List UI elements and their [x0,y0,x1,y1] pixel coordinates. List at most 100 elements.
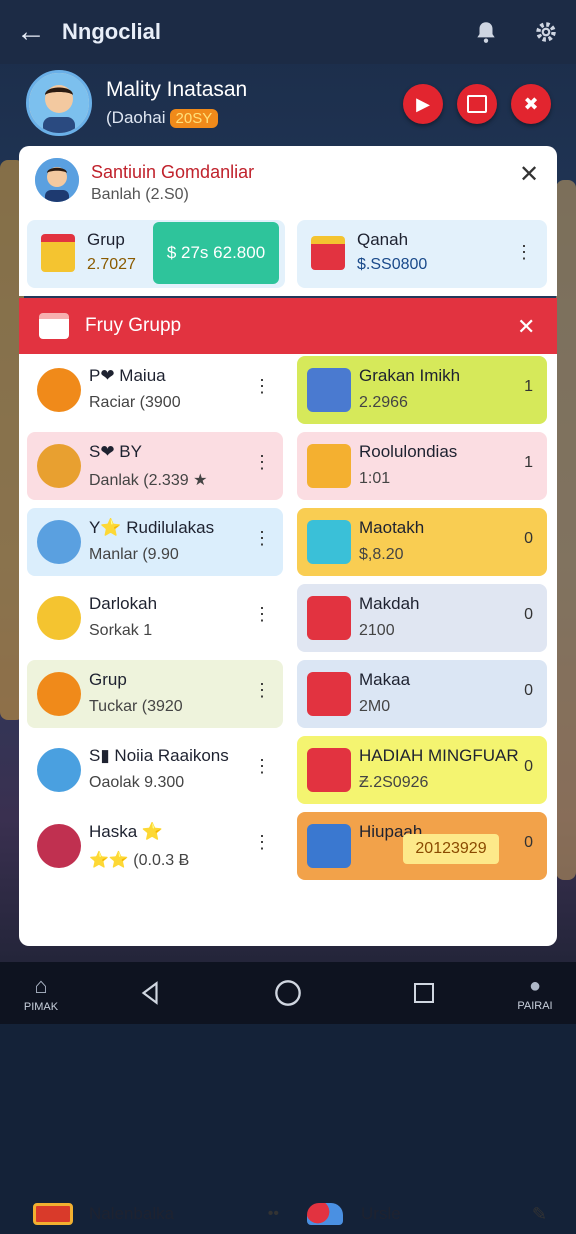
list-item[interactable]: S❤ BY Danlak (2.339 ★ ⋮ [27,432,283,500]
item-icon [37,596,81,640]
more-icon[interactable]: ⋮ [253,528,271,549]
page-title: Nngoclial [62,19,162,44]
badge-icon [33,1203,73,1225]
close-icon[interactable]: ✕ [519,160,539,189]
reward-item[interactable]: HADIAH MINGFUAR Ƶ.2S0926 0 [297,736,547,804]
top-bar: ← Nngoclial [0,0,576,64]
shuffle-icon: ✖ [523,93,539,114]
reward-count: 0 [524,606,533,623]
more-icon[interactable]: ⋮ [253,832,271,853]
list-item[interactable]: Darlokah Sorkak 1 ⋮ [27,584,283,652]
reward-count: 0 [524,682,533,699]
reward-mini-label: Qanah [357,230,409,249]
chart-button[interactable] [457,84,497,124]
reward-title: Makaa [359,670,411,689]
group-title: Santiuin Gomdanliar [91,162,255,182]
more-icon[interactable]: ⋮ [253,680,271,701]
back-button[interactable] [128,962,172,1024]
item-subtitle: Oaolak 9.300 [89,774,185,791]
list-item[interactable]: S▮ Noiia Raaikons Oaolak 9.300 ⋮ [27,736,283,804]
item-icon [37,368,81,412]
group-mini-label: Grup [87,230,125,249]
shuffle-button[interactable]: ✖ [511,84,551,124]
more-icon[interactable]: ⋮ [253,376,271,397]
bell-icon[interactable] [456,0,516,64]
reward-count: 0 [524,530,533,547]
item-icon [37,748,81,792]
reward-title: Roolulondias [359,442,458,461]
reward-subtitle: 2100 [359,622,395,639]
reward-item[interactable]: Roolulondias 1:01 1 [297,432,547,500]
reward-item[interactable]: Hiupaah 20123929 0 [297,812,547,880]
more-icon[interactable]: ⋮ [253,452,271,473]
reward-subtitle: 2.2966 [359,394,408,411]
footer-left-more[interactable]: •• [268,1205,279,1223]
list-item[interactable]: P❤ Maiua Raciar (3900 ⋮ [27,356,283,424]
item-title: S❤ BY [89,442,142,461]
list-item[interactable]: Y⭐ Rudilulakas Manlar (9.90 ⋮ [27,508,283,576]
reward-icon [307,368,351,412]
more-icon[interactable]: ⋮ [253,756,271,777]
player-sub-text: (Daohai [106,108,166,127]
item-subtitle: Manlar (9.90 [89,546,179,563]
reward-icon [307,748,351,792]
footer-left-label: Nalenbalka [89,1204,175,1223]
avatar[interactable] [26,70,92,136]
reward-value-box: 20123929 [403,834,499,864]
profile-tab[interactable]: ● PAIRAI [504,962,566,1024]
group-card: Santiuin Gomdanliar Banlah (2.S0) ✕ Grup… [19,146,557,296]
profile-tab-label: PAIRAI [517,999,553,1012]
reward-title: Makdah [359,594,420,613]
reward-icon [307,444,351,488]
claim-button[interactable]: $ 27s 62.800 [153,222,279,284]
gift-icon [311,236,345,270]
close-icon[interactable]: ✕ [517,314,535,340]
recents-button[interactable] [402,962,446,1024]
group-subtitle: Banlah (2.S0) [91,186,189,203]
reward-count: 0 [524,758,533,775]
item-title: Darlokah [89,594,158,613]
more-icon[interactable]: ⋮ [253,604,271,625]
list-item[interactable]: Grup Tuckar (3920 ⋮ [27,660,283,728]
home-tab[interactable]: ⌂ PIMAK [10,962,72,1024]
list-card-header: Fruy Grupp ✕ [19,298,557,354]
reward-item[interactable]: Grakan Imikh 2.2966 1 [297,356,547,424]
item-title: Haska ⭐ [89,822,164,841]
item-title: S▮ Noiia Raaikons [89,746,229,765]
reward-item[interactable]: Maotakh $,8.20 0 [297,508,547,576]
calendar-icon [39,313,69,339]
reward-title: HADIAH MINGFUAR [359,746,519,765]
home-tab-label: PIMAK [23,1001,59,1013]
more-icon[interactable]: ⋮ [515,242,533,263]
group-avatar [35,158,79,202]
item-title: Y⭐ Rudilulakas [89,518,215,537]
reward-item[interactable]: Makaa 2M0 0 [297,660,547,728]
gear-icon[interactable] [516,0,576,64]
reward-title: Grakan Imikh [359,366,461,385]
item-icon [37,672,81,716]
item-title: Grup [89,670,127,689]
list-card: Fruy Grupp ✕ Nalenbalka •• Ursle ✎ P❤ Ma… [19,298,557,1225]
background-scenery [556,180,576,880]
reward-mini-card[interactable]: Qanah $.SS0800 ⋮ [297,220,547,288]
square-recents-icon [414,983,434,1003]
footer-left[interactable]: Nalenbalka •• [33,1194,283,1234]
reward-item[interactable]: Makdah 2100 0 [297,584,547,652]
reward-icon [307,672,351,716]
item-subtitle: ⭐⭐ (0.0.3 Ƀ [89,852,190,869]
chart-icon [467,95,487,113]
player-profile: Mality Inatasan (Daohai 20SY ▶ ✖ [0,64,576,146]
back-arrow-icon[interactable]: ← [0,0,62,64]
person-icon: ● [528,974,542,997]
system-nav-bar: ⌂ PIMAK ● PAIRAI [0,962,576,1024]
reward-count: 1 [524,378,533,395]
footer-right[interactable]: Ursle ✎ [307,1194,547,1234]
reward-subtitle: Ƶ.2S0926 [359,774,429,791]
play-button[interactable]: ▶ [403,84,443,124]
item-icon [37,444,81,488]
player-name: Mality Inatasan [106,78,248,101]
gift-box-icon [41,234,75,272]
home-button[interactable] [266,962,310,1024]
list-item[interactable]: Haska ⭐ ⭐⭐ (0.0.3 Ƀ ⋮ [27,812,283,880]
edit-icon[interactable]: ✎ [532,1204,547,1225]
